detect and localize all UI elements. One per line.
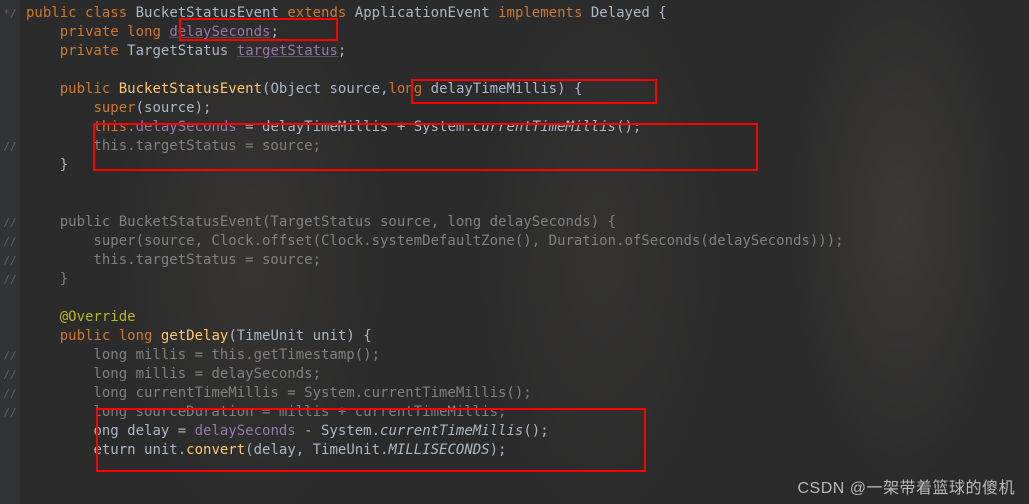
- code-line[interactable]: super(source);: [26, 99, 844, 118]
- code-line[interactable]: ong delay = delaySeconds - System.curren…: [26, 422, 844, 441]
- code-line[interactable]: public BucketStatusEvent(TargetStatus so…: [26, 213, 844, 232]
- gutter-marker: //: [0, 365, 20, 384]
- code-line[interactable]: public class BucketStatusEvent extends A…: [26, 4, 844, 23]
- code-line[interactable]: eturn unit.convert(delay, TimeUnit.MILLI…: [26, 441, 844, 460]
- gutter-marker: //: [0, 232, 20, 251]
- code-line[interactable]: this.delaySeconds = delayTimeMillis + Sy…: [26, 118, 844, 137]
- gutter-marker: //: [0, 251, 20, 270]
- code-line[interactable]: [26, 289, 844, 308]
- gutter-marker: */: [0, 4, 20, 23]
- watermark-text: CSDN @一架带着篮球的傻机: [797, 474, 1015, 498]
- code-editor[interactable]: */ // // // // // // // // // public cla…: [0, 0, 1029, 504]
- gutter-marker: //: [0, 403, 20, 422]
- code-line[interactable]: this.targetStatus = source;: [26, 251, 844, 270]
- gutter-marker: //: [0, 270, 20, 289]
- code-line[interactable]: @Override: [26, 308, 844, 327]
- code-line[interactable]: [26, 61, 844, 80]
- code-area[interactable]: public class BucketStatusEvent extends A…: [20, 0, 844, 504]
- code-line[interactable]: }: [26, 270, 844, 289]
- gutter-marker: //: [0, 137, 20, 156]
- code-line[interactable]: long millis = this.getTimestamp();: [26, 346, 844, 365]
- code-line[interactable]: [26, 175, 844, 194]
- gutter-marker: //: [0, 384, 20, 403]
- code-line[interactable]: }: [26, 156, 844, 175]
- gutter: */ // // // // // // // // //: [0, 0, 20, 504]
- code-line[interactable]: long sourceDuration = millis + currentTi…: [26, 403, 844, 422]
- code-line[interactable]: [26, 194, 844, 213]
- code-line[interactable]: public long getDelay(TimeUnit unit) {: [26, 327, 844, 346]
- gutter-marker: //: [0, 213, 20, 232]
- code-line[interactable]: private TargetStatus targetStatus;: [26, 42, 844, 61]
- code-line[interactable]: public BucketStatusEvent(Object source,l…: [26, 80, 844, 99]
- code-line[interactable]: this.targetStatus = source;: [26, 137, 844, 156]
- code-line[interactable]: private long delaySeconds;: [26, 23, 844, 42]
- gutter-marker: //: [0, 346, 20, 365]
- code-line[interactable]: long millis = delaySeconds;: [26, 365, 844, 384]
- code-line[interactable]: long currentTimeMillis = System.currentT…: [26, 384, 844, 403]
- code-line[interactable]: super(source, Clock.offset(Clock.systemD…: [26, 232, 844, 251]
